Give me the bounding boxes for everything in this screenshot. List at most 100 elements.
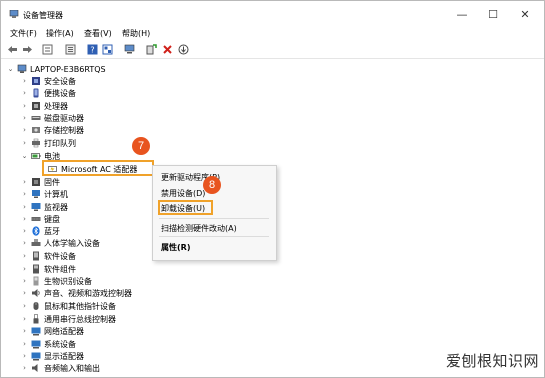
expand-chevron-icon[interactable]: › [20, 327, 29, 335]
expand-chevron-icon[interactable]: › [20, 215, 29, 223]
tree-item-disk[interactable]: › 磁盘驱动器 [20, 112, 84, 124]
tree-item-label: 鼠标和其他指针设备 [44, 301, 116, 311]
expand-chevron-icon[interactable]: › [20, 265, 29, 273]
monitor-icon [31, 203, 41, 211]
expand-chevron-icon[interactable]: › [20, 289, 29, 297]
watermark: 爱刨根知识网 [445, 352, 539, 370]
tree-item-label: 音频输入和输出 [44, 363, 100, 373]
title-bar: 设备管理器 — ☐ ✕ [1, 1, 544, 27]
tree-item-printer[interactable]: › 打印队列 [20, 137, 76, 149]
window-title: 设备管理器 [23, 11, 63, 20]
menu-bar: 文件(F) 操作(A) 查看(V) 帮助(H) [1, 27, 544, 41]
help-icon[interactable]: ? [87, 44, 98, 55]
menu-file[interactable]: 文件(F) [10, 28, 37, 39]
tree-item-hid[interactable]: › 人体学输入设备 [20, 237, 100, 249]
maximize-button[interactable]: ☐ [479, 6, 507, 24]
menu-view[interactable]: 查看(V) [84, 28, 112, 39]
software-component-icon [33, 264, 39, 274]
back-arrow-icon[interactable] [7, 44, 18, 55]
selected-device-highlight [42, 160, 154, 176]
properties-icon[interactable] [42, 44, 53, 55]
menu-action[interactable]: 操作(A) [46, 28, 74, 39]
tree-item-audio-io[interactable]: › 音频输入和输出 [20, 362, 100, 374]
software-device-icon [33, 251, 39, 261]
tree-item-display-adapter[interactable]: › 显示适配器 [20, 350, 84, 362]
close-button[interactable]: ✕ [511, 6, 539, 24]
expand-chevron-icon[interactable]: › [20, 252, 29, 260]
scrollbar[interactable] [536, 62, 542, 374]
expand-chevron-icon[interactable]: › [20, 203, 29, 211]
tree-item-label: 磁盘驱动器 [44, 113, 84, 123]
expand-chevron-icon[interactable]: › [20, 302, 29, 310]
expand-chevron-icon[interactable]: › [20, 364, 29, 372]
tree-root[interactable]: ⌄ LAPTOP-E3B6RTQS [6, 63, 106, 75]
tree-item-processor[interactable]: › 处理器 [20, 100, 68, 112]
expand-chevron-icon[interactable]: › [20, 126, 29, 134]
expand-chevron-icon[interactable]: › [20, 277, 29, 285]
tree-item-portable[interactable]: › 便携设备 [20, 87, 76, 99]
tree-item-storage[interactable]: › 存储控制器 [20, 124, 84, 136]
expand-chevron-icon[interactable]: › [20, 352, 29, 360]
tree-item-keyboard[interactable]: › 键盘 [20, 213, 60, 225]
tree-item-label: 计算机 [44, 189, 68, 199]
tree-item-label: 软件组件 [44, 264, 76, 274]
list-icon[interactable] [65, 44, 76, 55]
context-menu-disable-device[interactable]: 禁用设备(D) [161, 188, 205, 199]
download-icon[interactable] [178, 44, 189, 55]
tree-item-label: 生物识别设备 [44, 276, 92, 286]
usb-icon [33, 314, 39, 324]
tree-item-label: 网络适配器 [44, 326, 84, 336]
expand-chevron-icon[interactable]: › [20, 89, 29, 97]
tree-item-label: 打印队列 [44, 138, 76, 148]
portable-device-icon [33, 88, 39, 98]
grid-icon[interactable] [102, 44, 113, 55]
tree-item-firmware[interactable]: › 固件 [20, 176, 60, 188]
context-menu-separator [159, 218, 269, 219]
tree-root-label: LAPTOP-E3B6RTQS [30, 64, 106, 74]
expand-chevron-icon[interactable]: › [20, 178, 29, 186]
mouse-icon [33, 302, 39, 310]
tree-item-label: 蓝牙 [44, 226, 60, 236]
expand-chevron-icon[interactable]: › [20, 239, 29, 247]
add-driver-icon[interactable] [146, 44, 157, 55]
tree-item-security[interactable]: › 安全设备 [20, 75, 76, 87]
collapse-chevron-icon[interactable]: ⌄ [20, 152, 29, 160]
context-menu-properties[interactable]: 属性(R) [161, 242, 190, 253]
storage-icon [32, 127, 40, 133]
expand-chevron-icon[interactable]: › [20, 227, 29, 235]
collapse-chevron-icon[interactable]: ⌄ [6, 65, 15, 73]
context-menu-scan-hardware[interactable]: 扫描检测硬件改动(A) [161, 223, 237, 234]
expand-chevron-icon[interactable]: › [20, 139, 29, 147]
tree-item-audio[interactable]: › 声音、视频和游戏控制器 [20, 287, 132, 299]
tree-item-biometric[interactable]: › 生物识别设备 [20, 275, 92, 287]
forward-arrow-icon[interactable] [22, 44, 33, 55]
tree-item-mouse[interactable]: › 鼠标和其他指针设备 [20, 300, 116, 312]
tree-item-system-device[interactable]: › 系统设备 [20, 338, 76, 350]
tree-item-software-component[interactable]: › 软件组件 [20, 263, 76, 275]
tree-item-label: 便携设备 [44, 88, 76, 98]
tree-item-label: 软件设备 [44, 251, 76, 261]
tree-item-bluetooth[interactable]: › 蓝牙 [20, 225, 60, 237]
expand-chevron-icon[interactable]: › [20, 77, 29, 85]
tree-item-computer[interactable]: › 计算机 [20, 188, 68, 200]
context-menu-uninstall-device[interactable]: 卸载设备(U) [161, 203, 205, 214]
step-badge-7: 7 [132, 137, 150, 155]
tree-item-label: 键盘 [44, 214, 60, 224]
expand-chevron-icon[interactable]: › [20, 315, 29, 323]
expand-chevron-icon[interactable]: › [20, 114, 29, 122]
tree-item-network[interactable]: › 网络适配器 [20, 325, 84, 337]
hid-icon [31, 239, 41, 246]
remove-icon[interactable] [162, 44, 173, 55]
expand-chevron-icon[interactable]: › [20, 340, 29, 348]
tree-item-software-device[interactable]: › 软件设备 [20, 250, 76, 262]
expand-chevron-icon[interactable]: › [20, 102, 29, 110]
monitor-icon[interactable] [124, 44, 135, 55]
expand-chevron-icon[interactable]: › [20, 190, 29, 198]
tree-item-label: 人体学输入设备 [44, 238, 100, 248]
minimize-button[interactable]: — [448, 6, 476, 24]
computer-icon [17, 64, 27, 73]
computer-icon [32, 190, 40, 198]
tree-item-usb[interactable]: › 通用串行总线控制器 [20, 313, 116, 325]
tree-item-monitor[interactable]: › 监视器 [20, 201, 68, 213]
menu-help[interactable]: 帮助(H) [122, 28, 150, 39]
